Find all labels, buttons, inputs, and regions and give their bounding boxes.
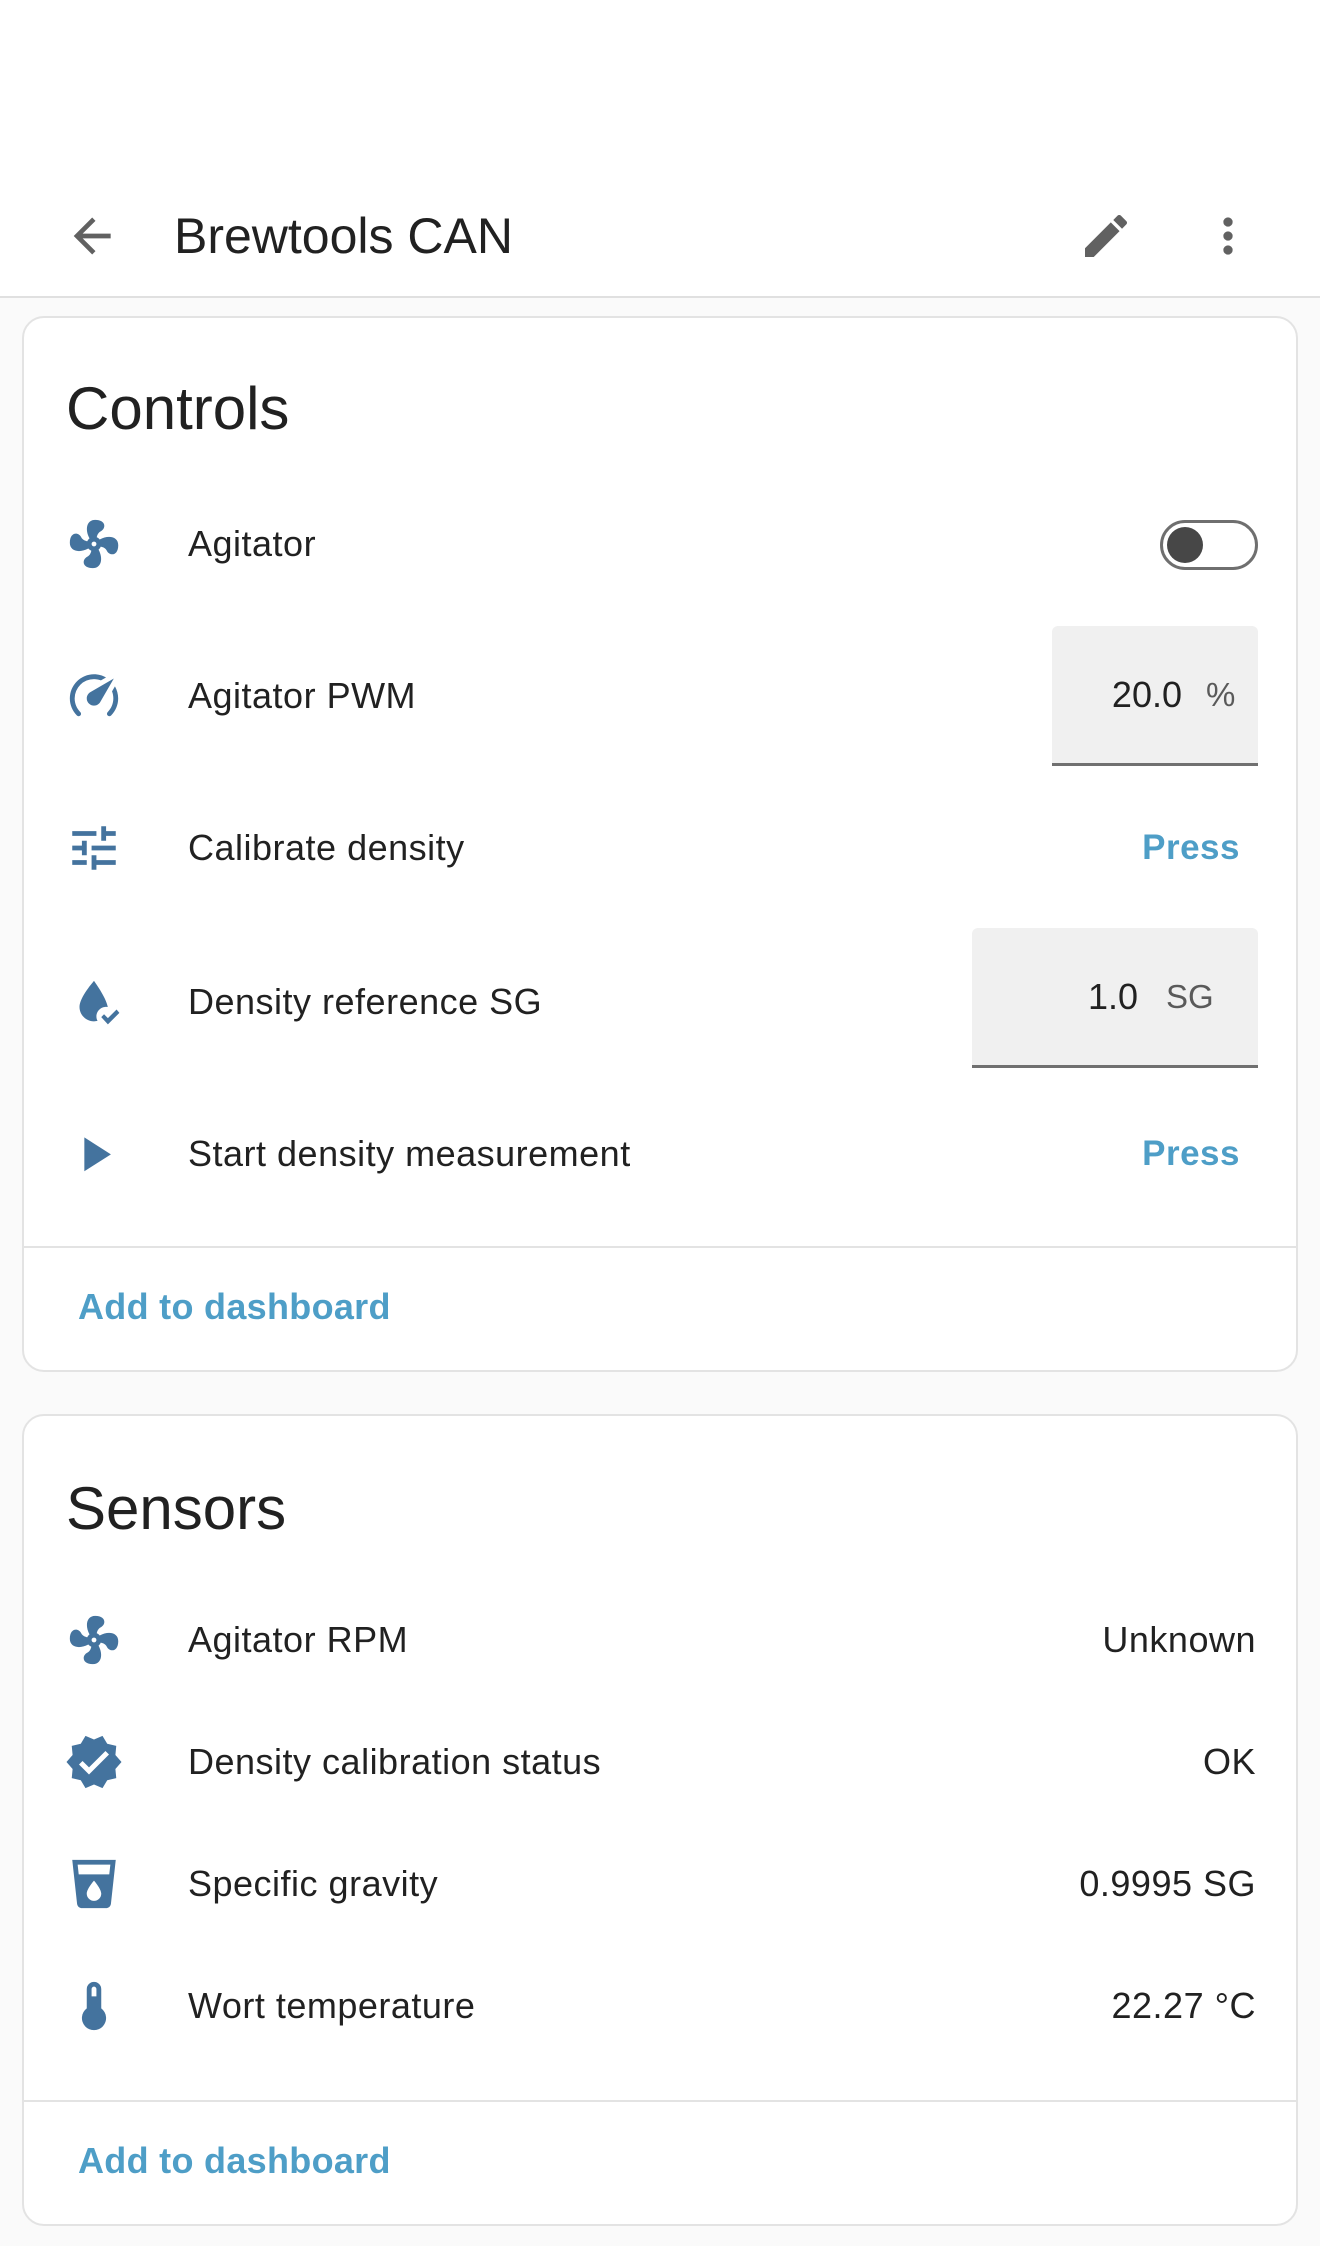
dots-vertical-icon [1223,217,1233,255]
sensor-label: Agitator RPM [188,1619,409,1660]
start-measurement-press-button[interactable]: Press [1142,1094,1240,1214]
edit-button[interactable] [1070,200,1142,272]
pencil-icon [1085,214,1128,257]
sensors-card: Sensors Agitator RPM Unknown Density cal… [22,1414,1298,2226]
sensor-value: OK [1202,1741,1256,1782]
sensor-row-wort-temperature[interactable]: Wort temperature 22.27 °C [24,1946,1296,2066]
agitator-label: Agitator [188,523,317,564]
more-options-button[interactable] [1192,200,1264,272]
tune-icon [64,818,124,878]
agitator-pwm-unit: % [1206,676,1236,713]
fan-icon [64,1610,124,1670]
back-button[interactable] [56,200,128,272]
play-icon [64,1124,124,1184]
sensor-row-specific-gravity[interactable]: Specific gravity 0.9995 SG [24,1824,1296,1944]
density-reference-label: Density reference SG [188,981,543,1022]
calibrate-density-label: Calibrate density [188,827,465,868]
sensor-row-agitator-rpm[interactable]: Agitator RPM Unknown [24,1580,1296,1700]
sensor-label: Specific gravity [188,1863,439,1904]
sensor-value: 0.9995 SG [1079,1863,1256,1904]
agitator-row[interactable]: Agitator [24,484,1296,604]
cup-water-icon [64,1854,124,1914]
toggle-knob [1167,527,1203,563]
density-reference-value: 1.0 [1087,976,1138,1017]
speedometer-icon [64,666,124,726]
agitator-pwm-row: Agitator PWM 20.0 % [24,626,1296,766]
calibrate-density-row: Calibrate density Press [24,788,1296,908]
agitator-pwm-label: Agitator PWM [188,675,417,716]
controls-card: Controls Agitator Agitator PWM 20.0 % Ca… [22,316,1298,1372]
controls-add-to-dashboard-link[interactable]: Add to dashboard [78,1286,391,1328]
sensor-value: Unknown [1102,1619,1256,1660]
controls-title: Controls [66,375,290,442]
arrow-left-icon [73,217,111,255]
sensors-title: Sensors [66,1475,287,1542]
water-check-icon [64,972,124,1032]
density-reference-unit: SG [1166,978,1214,1015]
agitator-toggle[interactable] [1160,520,1258,570]
start-measurement-row: Start density measurement Press [24,1094,1296,1214]
agitator-pwm-value: 20.0 [1111,674,1182,715]
sensors-divider [24,2100,1296,2102]
page-title: Brewtools CAN [174,208,513,264]
status-bar-area [0,0,1320,170]
controls-divider [24,1246,1296,1248]
sensor-row-density-calibration-status[interactable]: Density calibration status OK [24,1702,1296,1822]
agitator-pwm-input[interactable]: 20.0 % [1052,626,1258,766]
density-reference-input[interactable]: 1.0 SG [972,928,1258,1068]
sensor-value: 22.27 °C [1111,1985,1256,2026]
calibrate-density-press-button[interactable]: Press [1142,788,1240,908]
sensors-add-to-dashboard-link[interactable]: Add to dashboard [78,2140,391,2182]
fan-icon [64,514,124,574]
thermometer-icon [64,1976,124,2036]
density-reference-row: Density reference SG 1.0 SG [24,928,1296,1068]
check-decagram-icon [64,1732,124,1792]
sensor-label: Wort temperature [188,1985,476,2026]
app-bar: Brewtools CAN [0,170,1320,298]
start-measurement-label: Start density measurement [188,1133,631,1174]
sensor-label: Density calibration status [188,1741,602,1782]
